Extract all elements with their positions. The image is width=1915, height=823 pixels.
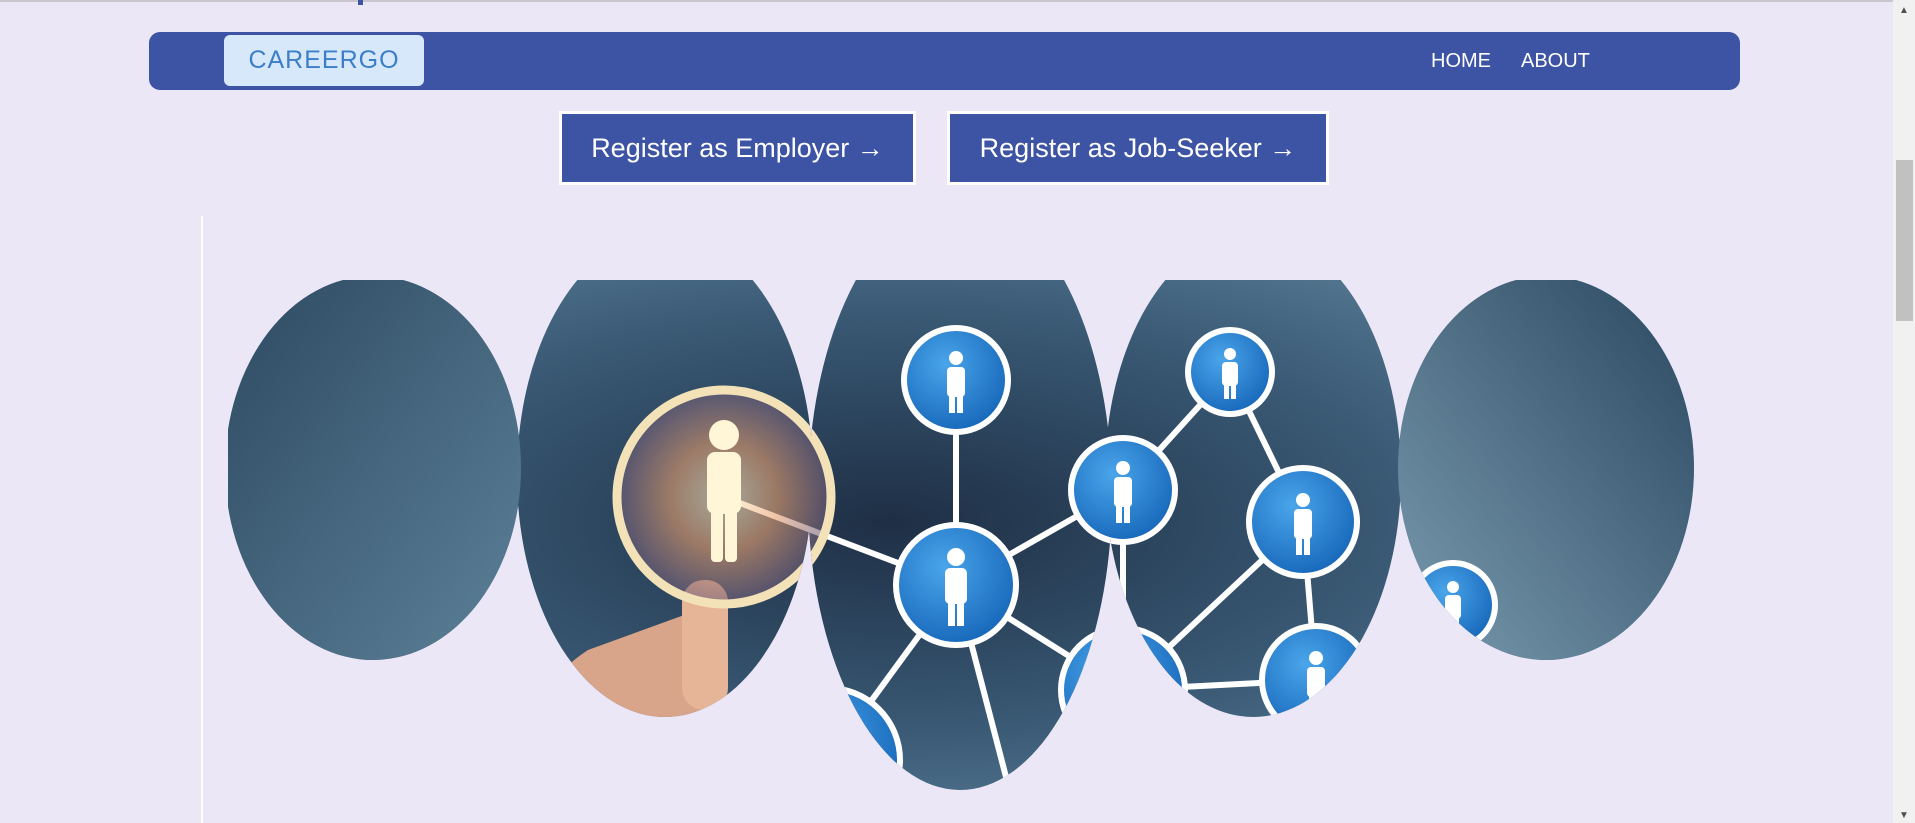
page: CAREERGO HOME ABOUT Register as Employer… — [0, 0, 1915, 823]
logo[interactable]: CAREERGO — [224, 35, 424, 86]
logo-text: CAREERGO — [248, 46, 400, 74]
nav-about-link[interactable]: ABOUT — [1521, 50, 1590, 73]
content-divider — [201, 216, 203, 823]
scroll-down-arrow-icon[interactable]: ▼ — [1893, 807, 1915, 823]
register-job-seeker-button[interactable]: Register as Job-Seeker → — [947, 111, 1329, 185]
people-network-image — [228, 280, 1694, 790]
scrollbar-thumb[interactable] — [1896, 160, 1913, 321]
nav-home-link[interactable]: HOME — [1431, 50, 1491, 73]
nav-links: HOME ABOUT — [1431, 32, 1590, 90]
top-marker — [358, 0, 363, 5]
top-divider — [0, 0, 1893, 2]
navbar: CAREERGO HOME ABOUT — [149, 32, 1740, 90]
scrollbar[interactable]: ▲ ▼ — [1893, 0, 1915, 823]
scroll-up-arrow-icon[interactable]: ▲ — [1893, 2, 1915, 18]
register-employer-button[interactable]: Register as Employer → — [559, 111, 916, 185]
